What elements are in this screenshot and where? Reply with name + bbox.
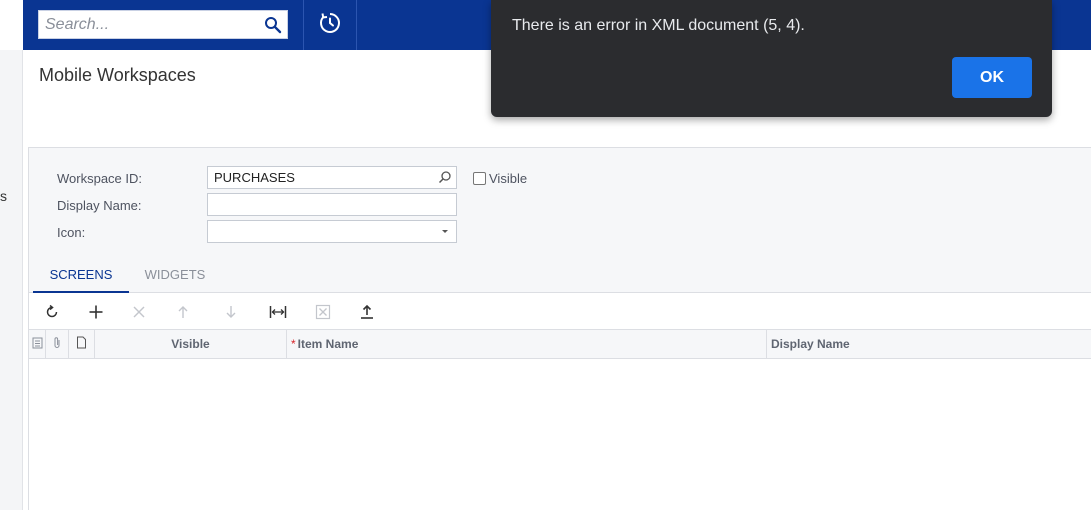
search-input[interactable] — [39, 11, 259, 38]
ok-button[interactable]: OK — [952, 57, 1032, 98]
history-button[interactable] — [304, 0, 356, 50]
note-icon — [76, 331, 87, 359]
tab-widgets[interactable]: WIDGETS — [133, 258, 217, 293]
page-title: Mobile Workspaces — [39, 65, 196, 85]
workspace-id-value: PURCHASES — [214, 170, 295, 185]
chevron-down-icon[interactable] — [438, 224, 452, 238]
display-name-label: Display Name: — [57, 198, 142, 213]
move-down-icon[interactable] — [218, 300, 244, 324]
error-dialog: There is an error in XML document (5, 4)… — [491, 0, 1052, 117]
grid-body[interactable] — [29, 359, 1091, 510]
visible-checkbox[interactable] — [473, 172, 486, 185]
delete-icon[interactable] — [126, 300, 152, 324]
upload-icon[interactable] — [354, 300, 380, 324]
history-icon — [318, 11, 342, 40]
grid-header-display-name-label: Display Name — [771, 337, 850, 351]
grid-header-visible-label: Visible — [171, 337, 210, 351]
grid-header: Visible * Item Name Display Name — [29, 329, 1091, 359]
required-marker: * — [291, 337, 296, 351]
fit-width-icon[interactable] — [265, 300, 291, 324]
left-nav-text-fragment: s — [0, 188, 7, 204]
visible-checkbox-group[interactable]: Visible — [473, 171, 527, 186]
add-icon[interactable] — [83, 300, 109, 324]
grid-header-item-name[interactable]: * Item Name — [287, 330, 767, 359]
icon-label: Icon: — [57, 225, 86, 240]
grid-header-visible[interactable]: Visible — [95, 330, 287, 359]
move-up-icon[interactable] — [170, 300, 196, 324]
icon-select[interactable] — [207, 220, 457, 243]
grid-header-display-name[interactable]: Display Name — [767, 330, 1091, 359]
form-area: Workspace ID: PURCHASES Visible Display … — [28, 147, 1091, 510]
tab-screens[interactable]: SCREENS — [33, 258, 129, 293]
search-box — [38, 10, 288, 39]
grid-header-attachment-col[interactable] — [46, 330, 69, 359]
topbar-divider — [356, 0, 357, 50]
files-icon — [32, 331, 43, 359]
grid-header-files-col[interactable] — [29, 330, 46, 359]
grid-header-item-name-label: Item Name — [297, 337, 359, 351]
grid-header-note-col[interactable] — [69, 330, 95, 359]
export-excel-icon[interactable] — [310, 300, 336, 324]
left-nav-strip[interactable]: s — [0, 50, 23, 510]
paperclip-icon — [52, 331, 62, 359]
lookup-search-icon[interactable] — [438, 170, 452, 184]
refresh-icon[interactable] — [39, 300, 65, 324]
visible-checkbox-label: Visible — [489, 171, 528, 186]
search-icon[interactable] — [259, 11, 287, 38]
workspace-id-field[interactable]: PURCHASES — [207, 166, 457, 189]
display-name-field[interactable] — [207, 193, 457, 216]
grid-toolbar — [29, 294, 1091, 330]
error-message: There is an error in XML document (5, 4)… — [512, 17, 805, 34]
workspace-id-label: Workspace ID: — [57, 171, 143, 186]
app-window: s Mobile Workspaces — [0, 0, 1091, 510]
tab-bar: SCREENS WIDGETS — [29, 258, 1091, 293]
